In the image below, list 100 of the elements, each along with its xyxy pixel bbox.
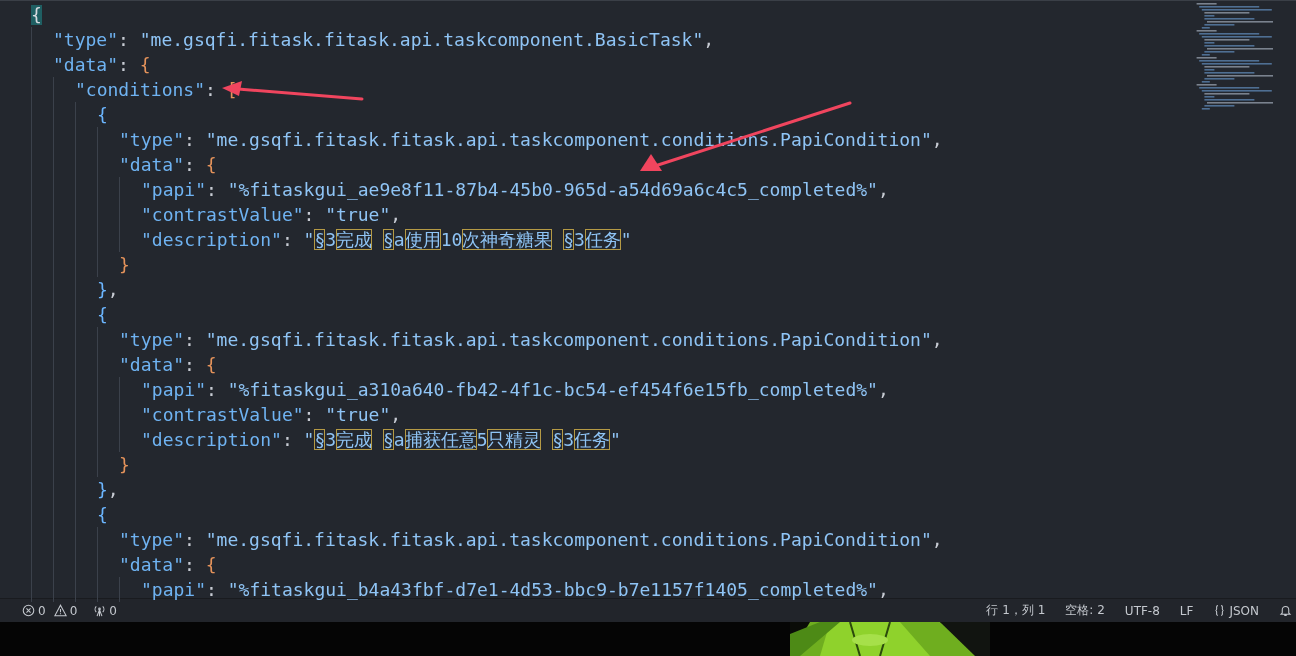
status-item[interactable]: LF — [1179, 603, 1194, 618]
json-key: "type" — [119, 529, 185, 550]
json-key: "type" — [119, 329, 185, 350]
highlighted-characters: 任务 — [584, 229, 621, 250]
json-string: "%fitaskgui_ae9e8f11-87b4-45b0-965d-a54d69a6c4c5_completed%" — [227, 179, 878, 200]
punctuation: , — [107, 479, 119, 500]
json-key: "data" — [119, 354, 185, 375]
json-string: " — [610, 429, 621, 450]
json-key: "conditions" — [75, 79, 206, 100]
highlighted-characters: § — [382, 229, 394, 250]
bracket: { — [97, 504, 108, 525]
json-string: "me.gsqfi.fitask.fitask.api.taskcomponent.conditions.PapiCondition" — [205, 529, 932, 550]
highlighted-characters: 完成 — [336, 229, 374, 250]
antenna-icon — [93, 604, 107, 617]
json-string: 5 — [476, 429, 488, 450]
punctuation: : — [303, 404, 316, 425]
bracket: { — [139, 54, 151, 75]
json-string: " — [620, 229, 632, 250]
punctuation: : — [118, 29, 130, 50]
bracket: { — [205, 154, 217, 175]
bracket: { — [97, 304, 108, 325]
braces-icon — [1213, 604, 1227, 617]
highlighted-characters: 捕获任意 — [404, 429, 477, 450]
highlighted-characters: 只精灵 — [487, 429, 543, 450]
highlighted-characters: § — [382, 429, 394, 450]
json-key: "papi" — [141, 179, 207, 200]
json-string: "%fitaskgui_a310a640-fb42-4f1c-bc54-ef454f6e15fb_completed%" — [227, 379, 878, 400]
highlighted-characters: § — [563, 229, 574, 250]
status-item[interactable]: UTF-8 — [1124, 603, 1160, 618]
json-string: "true" — [325, 404, 391, 425]
punctuation: : — [184, 154, 196, 175]
punctuation: , — [390, 404, 402, 425]
punctuation: : — [184, 329, 196, 350]
json-key: "papi" — [141, 579, 207, 600]
json-key: "type" — [119, 129, 185, 150]
punctuation: : — [206, 579, 218, 600]
errors-status[interactable]: 0 — [22, 603, 46, 618]
punctuation: , — [931, 529, 943, 550]
bell-icon[interactable] — [1279, 604, 1292, 617]
bracket: } — [119, 454, 130, 475]
json-string: "me.gsqfi.fitask.fitask.api.taskcomponent.conditions.PapiCondition" — [205, 329, 932, 350]
ports-status[interactable]: 0 — [93, 603, 117, 618]
punctuation: , — [877, 379, 889, 400]
punctuation: : — [184, 529, 196, 550]
json-string: " — [303, 229, 315, 250]
json-string: 3 — [574, 229, 585, 250]
json-string: 3 — [325, 429, 337, 450]
bracket: } — [97, 479, 108, 500]
json-string: a — [393, 229, 405, 250]
json-key: "type" — [53, 29, 119, 50]
punctuation: : — [281, 229, 294, 250]
status-item[interactable]: 行 1，列 1 — [986, 602, 1046, 619]
punctuation: , — [390, 204, 402, 225]
highlighted-characters: 次神奇糖果 — [462, 229, 554, 250]
punctuation: : — [118, 54, 130, 75]
punctuation: : — [184, 129, 196, 150]
json-key: "contrastValue" — [141, 404, 304, 425]
json-string: "true" — [325, 204, 391, 225]
bracket: { — [205, 354, 217, 375]
bracket: } — [119, 254, 130, 275]
warnings-status[interactable]: 0 — [53, 603, 78, 618]
json-key: "data" — [119, 154, 185, 175]
json-string: 10 — [440, 229, 463, 250]
bracket: { — [31, 4, 42, 25]
bracket: { — [97, 104, 108, 125]
highlighted-characters: § — [552, 429, 564, 450]
json-key: "description" — [141, 229, 282, 250]
highlighted-characters: 任务 — [574, 429, 610, 450]
punctuation: : — [205, 79, 217, 100]
punctuation: : — [184, 554, 196, 575]
json-key: "data" — [119, 554, 185, 575]
json-key: "data" — [53, 54, 119, 75]
json-string: a — [393, 429, 405, 450]
json-string: 3 — [563, 429, 574, 450]
json-string: 3 — [325, 229, 337, 250]
json-key: "contrastValue" — [141, 204, 304, 225]
punctuation: : — [206, 179, 218, 200]
json-string: "%fitaskgui_b4a43fbf-d7e1-4d53-bbc9-b7e1157f1405_completed%" — [227, 579, 878, 600]
json-string: " — [303, 429, 315, 450]
language-mode[interactable]: JSON — [1213, 603, 1259, 618]
punctuation: , — [931, 329, 943, 350]
highlighted-characters: § — [314, 429, 326, 450]
punctuation: : — [303, 204, 316, 225]
punctuation: : — [206, 379, 218, 400]
punctuation: , — [931, 129, 943, 150]
status-item[interactable]: 空格: 2 — [1065, 602, 1105, 619]
json-string: "me.gsqfi.fitask.fitask.api.taskcomponent.BasicTask" — [139, 29, 704, 50]
punctuation: , — [877, 579, 889, 600]
highlighted-characters: § — [314, 229, 326, 250]
warning-icon — [53, 604, 67, 617]
json-key: "papi" — [141, 379, 207, 400]
bracket: { — [205, 554, 217, 575]
json-key: "description" — [141, 429, 282, 450]
highlighted-characters: 使用 — [404, 229, 441, 250]
punctuation: : — [281, 429, 294, 450]
punctuation: : — [184, 354, 196, 375]
punctuation: , — [877, 179, 889, 200]
bracket: } — [97, 279, 108, 300]
error-icon — [22, 604, 35, 617]
punctuation: , — [703, 29, 715, 50]
